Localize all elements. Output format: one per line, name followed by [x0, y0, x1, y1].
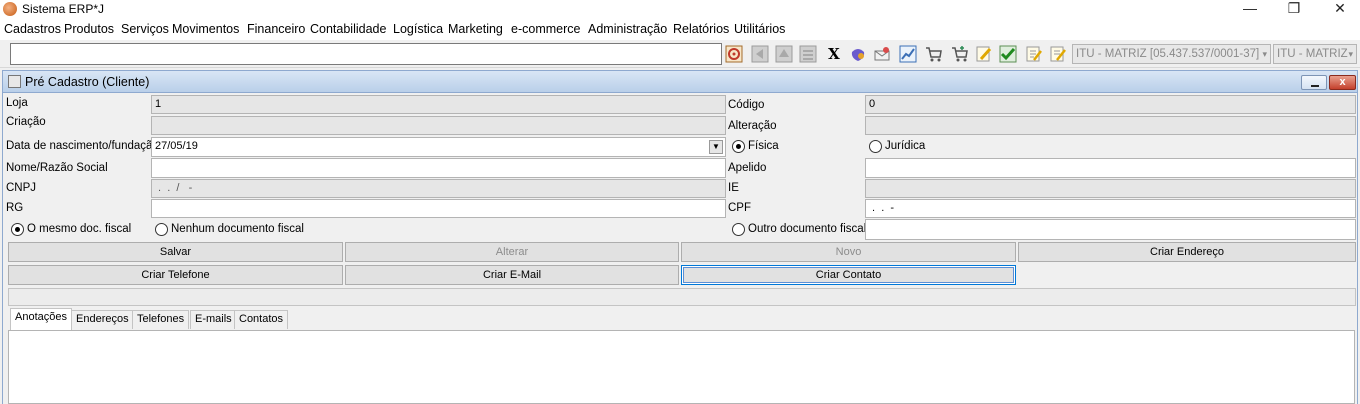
- maximize-button[interactable]: ❐: [1271, 0, 1317, 19]
- cnpj-mask: . . / -: [155, 182, 193, 194]
- frame-titlebar: [2, 70, 1358, 93]
- menu-ecommerce[interactable]: e-commerce: [511, 22, 580, 36]
- close-window-icon[interactable]: X: [825, 45, 843, 63]
- menu-produtos[interactable]: Produtos: [64, 22, 114, 36]
- chevron-down-icon: ▾: [1262, 49, 1267, 59]
- alteracao-label: Alteração: [728, 120, 777, 132]
- cart-icon[interactable]: [925, 45, 943, 63]
- alterar-button[interactable]: Alterar: [345, 242, 679, 262]
- nascimento-value: 27/05/19: [155, 140, 198, 152]
- menu-servicos[interactable]: Serviços: [121, 22, 169, 36]
- frame-title: Pré Cadastro (Cliente): [25, 75, 150, 89]
- tab-enderecos[interactable]: Endereços: [71, 310, 134, 329]
- note-edit-icon[interactable]: [1049, 45, 1067, 63]
- confirm-check-icon[interactable]: [999, 45, 1017, 63]
- ie-label: IE: [728, 182, 739, 194]
- tab-emails[interactable]: E-mails: [190, 310, 237, 329]
- criar-telefone-button[interactable]: Criar Telefone: [8, 265, 343, 285]
- cart-add-icon[interactable]: [951, 45, 969, 63]
- status-strip: [8, 288, 1356, 306]
- outro-doc-field[interactable]: [865, 219, 1356, 240]
- menu-financeiro[interactable]: Financeiro: [247, 22, 305, 36]
- close-button[interactable]: ✕: [1317, 0, 1360, 19]
- fisica-label: Física: [748, 140, 779, 152]
- menu-contabilidade[interactable]: Contabilidade: [310, 22, 386, 36]
- menu-bar: Cadastros Produtos Serviços Movimentos F…: [0, 19, 1360, 40]
- tab-contatos[interactable]: Contatos: [234, 310, 289, 329]
- frame-minimize-button[interactable]: [1301, 75, 1327, 90]
- nenhum-doc-label: Nenhum documento fiscal: [171, 223, 304, 235]
- apelido-field[interactable]: [865, 158, 1356, 178]
- branch-select-value: ITU - MATRIZ: [1277, 48, 1348, 60]
- menu-movimentos[interactable]: Movimentos: [172, 22, 239, 36]
- window-title: Sistema ERP*J: [22, 2, 105, 16]
- window-titlebar: [0, 0, 1360, 19]
- fisica-radio[interactable]: [732, 140, 745, 153]
- nome-field[interactable]: [151, 158, 726, 178]
- nenhum-doc-radio[interactable]: [155, 223, 168, 236]
- frame-close-button[interactable]: x: [1329, 75, 1356, 90]
- menu-logistica[interactable]: Logística: [393, 22, 443, 36]
- up-icon[interactable]: [775, 45, 793, 63]
- cnpj-label: CNPJ: [6, 182, 37, 194]
- command-input[interactable]: [10, 43, 722, 65]
- menu-cadastros[interactable]: Cadastros: [4, 22, 61, 36]
- outro-doc-label: Outro documento fiscal: [748, 223, 867, 235]
- menu-administracao[interactable]: Administração: [588, 22, 667, 36]
- cpf-field[interactable]: . . -: [865, 199, 1356, 218]
- tab-telefones[interactable]: Telefones: [132, 310, 190, 329]
- loja-label: Loja: [6, 97, 28, 109]
- edit-document-icon[interactable]: [975, 45, 993, 63]
- branch-select[interactable]: ITU - MATRIZ ▾: [1273, 44, 1357, 64]
- puzzle-icon[interactable]: [849, 45, 867, 63]
- cpf-mask: . . -: [869, 202, 895, 214]
- nome-label: Nome/Razão Social: [6, 162, 108, 174]
- cnpj-field[interactable]: . . / -: [151, 179, 726, 198]
- codigo-field[interactable]: 0: [865, 95, 1356, 114]
- rg-label: RG: [6, 202, 24, 214]
- back-icon[interactable]: [751, 45, 769, 63]
- menu-relatorios[interactable]: Relatórios: [673, 22, 729, 36]
- mail-icon[interactable]: [873, 45, 891, 63]
- company-select-value: ITU - MATRIZ [05.437.537/0001-37]: [1076, 48, 1260, 60]
- alteracao-field[interactable]: [865, 116, 1356, 135]
- list-icon[interactable]: [799, 45, 817, 63]
- loja-field[interactable]: 1: [151, 95, 726, 114]
- cpf-label: CPF: [728, 202, 751, 214]
- criar-contato-button[interactable]: Criar Contato: [681, 265, 1016, 285]
- outro-doc-radio[interactable]: [732, 223, 745, 236]
- note-icon[interactable]: [1025, 45, 1043, 63]
- anotacoes-textarea[interactable]: [8, 330, 1355, 404]
- criar-endereco-button[interactable]: Criar Endereço: [1018, 242, 1356, 262]
- menu-utilitarios[interactable]: Utilitários: [734, 22, 785, 36]
- nascimento-date-field[interactable]: 27/05/19 ▼: [151, 137, 726, 157]
- mesmo-doc-radio[interactable]: [11, 223, 24, 236]
- help-icon[interactable]: [725, 45, 743, 63]
- mesmo-doc-label: O mesmo doc. fiscal: [27, 223, 132, 235]
- salvar-button[interactable]: Salvar: [8, 242, 343, 262]
- app-icon: [3, 2, 17, 16]
- criacao-label: Criação: [6, 116, 46, 128]
- frame-form-icon: [8, 75, 21, 88]
- menu-marketing[interactable]: Marketing: [448, 22, 503, 36]
- novo-button[interactable]: Novo: [681, 242, 1016, 262]
- chevron-down-icon: ▾: [1348, 49, 1353, 59]
- calendar-dropdown-icon[interactable]: ▼: [709, 140, 723, 154]
- minimize-button[interactable]: —: [1227, 0, 1273, 19]
- criar-email-button[interactable]: Criar E-Mail: [345, 265, 679, 285]
- criacao-field[interactable]: [151, 116, 726, 135]
- ie-field[interactable]: [865, 179, 1356, 198]
- juridica-radio[interactable]: [869, 140, 882, 153]
- nascimento-label: Data de nascimento/fundação: [6, 140, 159, 152]
- rg-field[interactable]: [151, 199, 726, 218]
- company-select[interactable]: ITU - MATRIZ [05.437.537/0001-37] ▾: [1072, 44, 1271, 64]
- tab-anotacoes[interactable]: Anotações: [10, 308, 72, 330]
- juridica-label: Jurídica: [885, 140, 926, 152]
- apelido-label: Apelido: [728, 162, 767, 174]
- chart-icon[interactable]: [899, 45, 917, 63]
- codigo-label: Código: [728, 99, 765, 111]
